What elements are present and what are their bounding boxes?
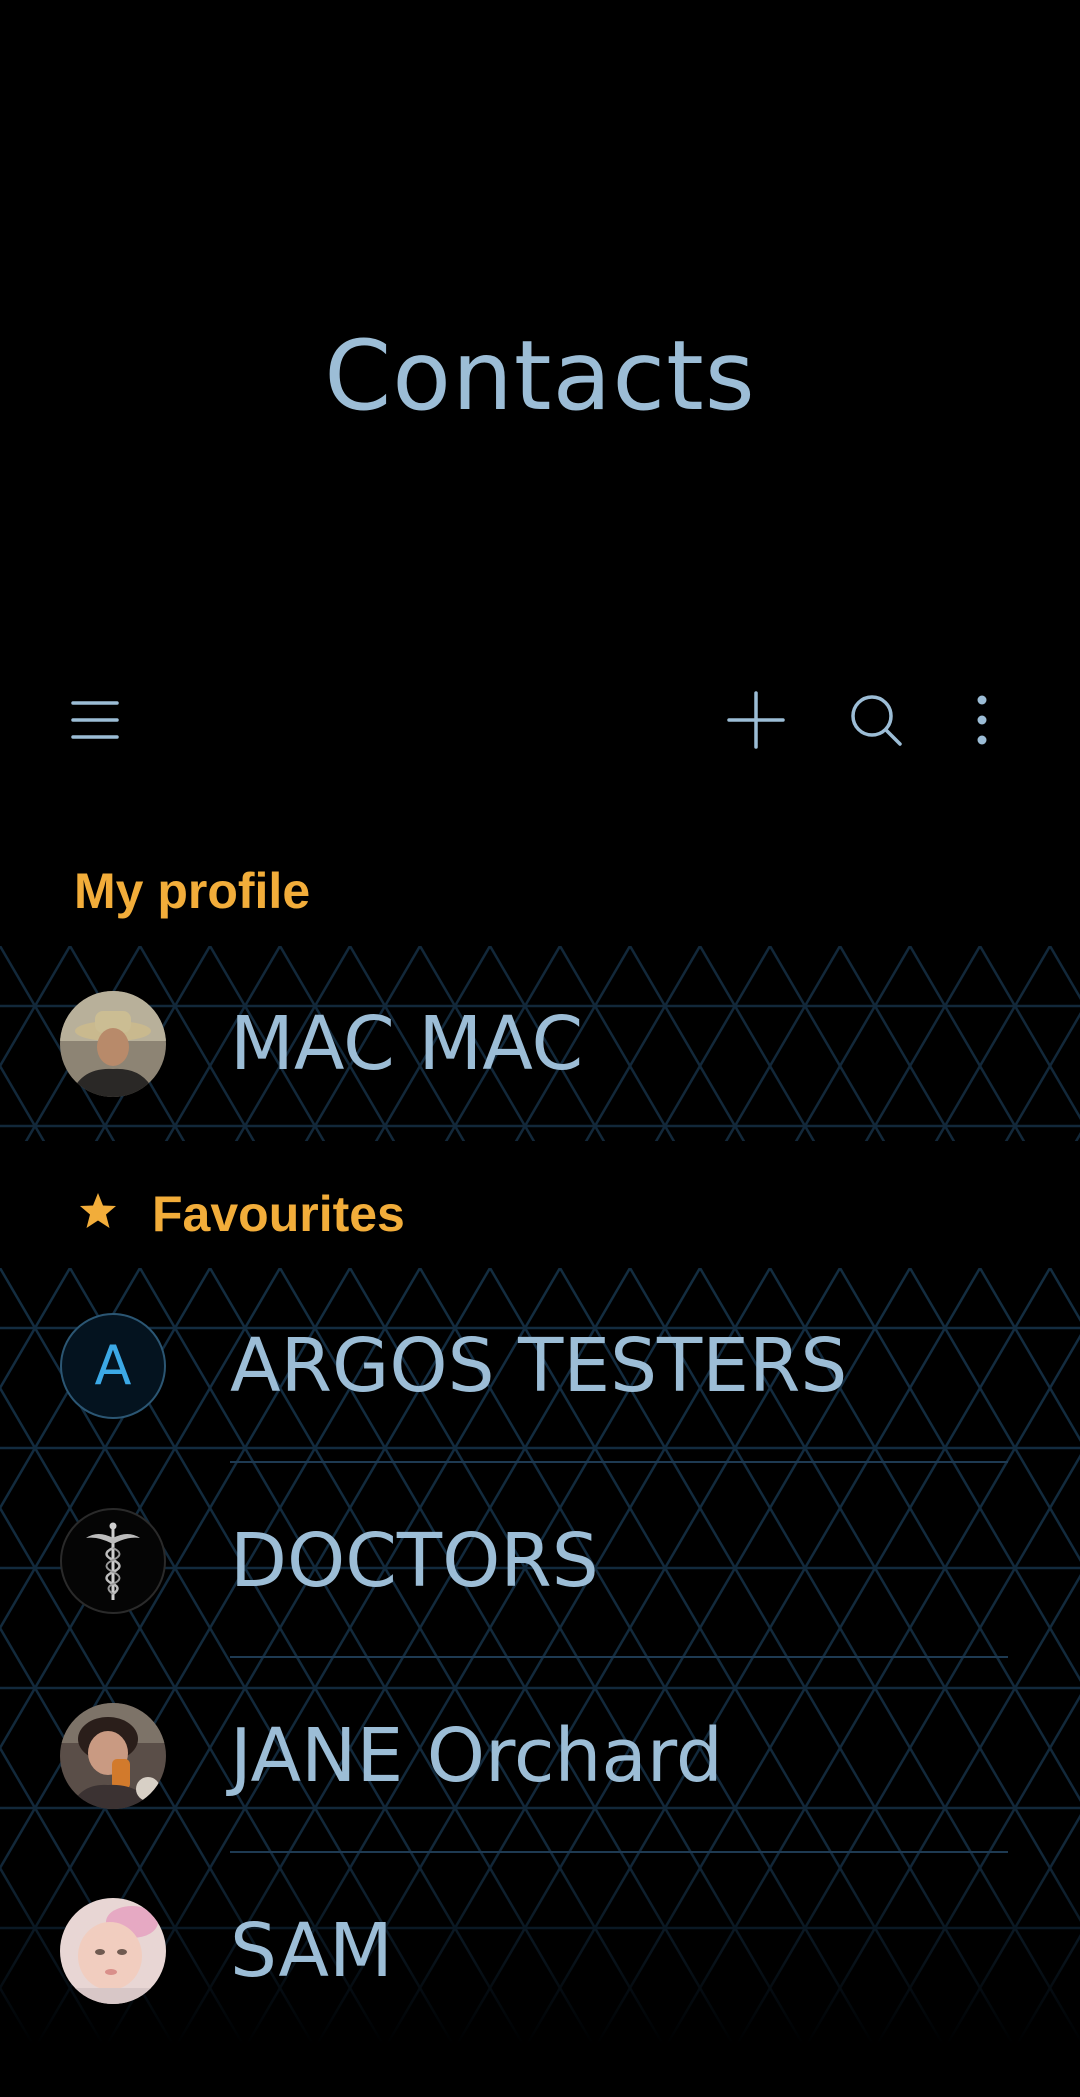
- plus-icon: [727, 691, 785, 749]
- contact-row[interactable]: A ARGOS TESTERS: [0, 1268, 1080, 1463]
- contact-row[interactable]: SAM: [0, 1853, 1080, 2048]
- search-button[interactable]: [836, 680, 916, 760]
- contact-row[interactable]: JANE Orchard: [0, 1658, 1080, 1853]
- hamburger-menu-icon[interactable]: [56, 680, 136, 760]
- add-contact-button[interactable]: [716, 680, 796, 760]
- contact-name: ARGOS TESTERS: [230, 1322, 848, 1409]
- star-icon: [78, 1185, 118, 1243]
- avatar: [60, 1702, 166, 1809]
- favourites-header: Favourites: [78, 1185, 405, 1243]
- more-vert-icon: [977, 695, 987, 745]
- contact-row[interactable]: DOCTORS: [0, 1463, 1080, 1658]
- avatar: [60, 990, 166, 1097]
- search-icon: [851, 695, 902, 746]
- contact-name: DOCTORS: [230, 1517, 599, 1604]
- caduceus-icon: [60, 1507, 166, 1614]
- avatar-letter: A: [94, 1334, 132, 1397]
- toolbar: [0, 680, 1080, 760]
- my-profile-row[interactable]: MAC MAC: [0, 946, 1080, 1141]
- more-options-button[interactable]: [942, 680, 1022, 760]
- avatar: [60, 1897, 166, 2004]
- contacts-screen: Contacts My profile MAC MAC Favourites A…: [0, 0, 1080, 2097]
- avatar: A: [60, 1312, 166, 1419]
- my-profile-header: My profile: [74, 863, 311, 919]
- favourites-label: Favourites: [152, 1186, 405, 1242]
- contact-name: SAM: [230, 1907, 393, 1994]
- contact-name: JANE Orchard: [230, 1712, 723, 1799]
- contact-name: MAC MAC: [230, 1000, 584, 1087]
- page-title: Contacts: [324, 320, 756, 432]
